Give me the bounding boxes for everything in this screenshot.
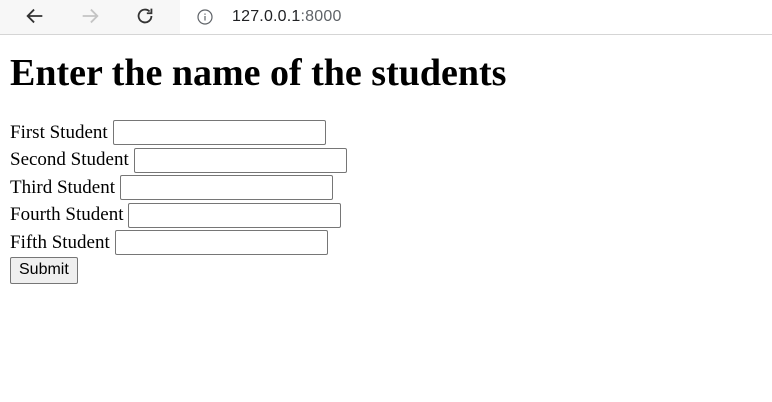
address-bar[interactable]: 127.0.0.1:8000: [180, 0, 772, 34]
reload-icon: [137, 8, 153, 24]
second-student-input[interactable]: [133, 147, 347, 173]
submit-button[interactable]: Submit: [10, 256, 78, 284]
fourth-student-label: Fourth Student: [10, 204, 124, 226]
fourth-student-input[interactable]: [128, 202, 342, 228]
arrow-right-icon: [82, 8, 99, 24]
first-student-label: First Student: [10, 121, 108, 143]
info-icon[interactable]: [197, 9, 213, 25]
third-student-label: Third Student: [10, 176, 116, 198]
field-row-fourth: Fourth Student: [10, 202, 762, 230]
forward-button[interactable]: [73, 0, 107, 32]
field-row-fifth: Fifth Student: [10, 229, 762, 257]
url-text: 127.0.0.1:8000: [232, 8, 342, 26]
fifth-student-label: Fifth Student: [10, 231, 110, 253]
arrow-left-icon: [26, 8, 43, 24]
third-student-input[interactable]: [120, 175, 334, 201]
page-content: Enter the name of the students First Stu…: [0, 53, 772, 284]
reload-button[interactable]: [128, 0, 162, 32]
url-host: 127.0.0.1: [232, 8, 301, 25]
browser-toolbar: 127.0.0.1:8000: [0, 0, 772, 35]
fifth-student-input[interactable]: [114, 230, 328, 256]
url-port: :8000: [300, 8, 342, 25]
field-row-third: Third Student: [10, 174, 762, 202]
first-student-input[interactable]: [112, 120, 326, 146]
second-student-label: Second Student: [10, 149, 129, 171]
field-row-first: First Student: [10, 119, 762, 147]
page-title: Enter the name of the students: [10, 52, 507, 94]
students-form: First Student Second Student Third Stude…: [10, 119, 762, 284]
back-button[interactable]: [18, 0, 52, 32]
field-row-second: Second Student: [10, 147, 762, 175]
